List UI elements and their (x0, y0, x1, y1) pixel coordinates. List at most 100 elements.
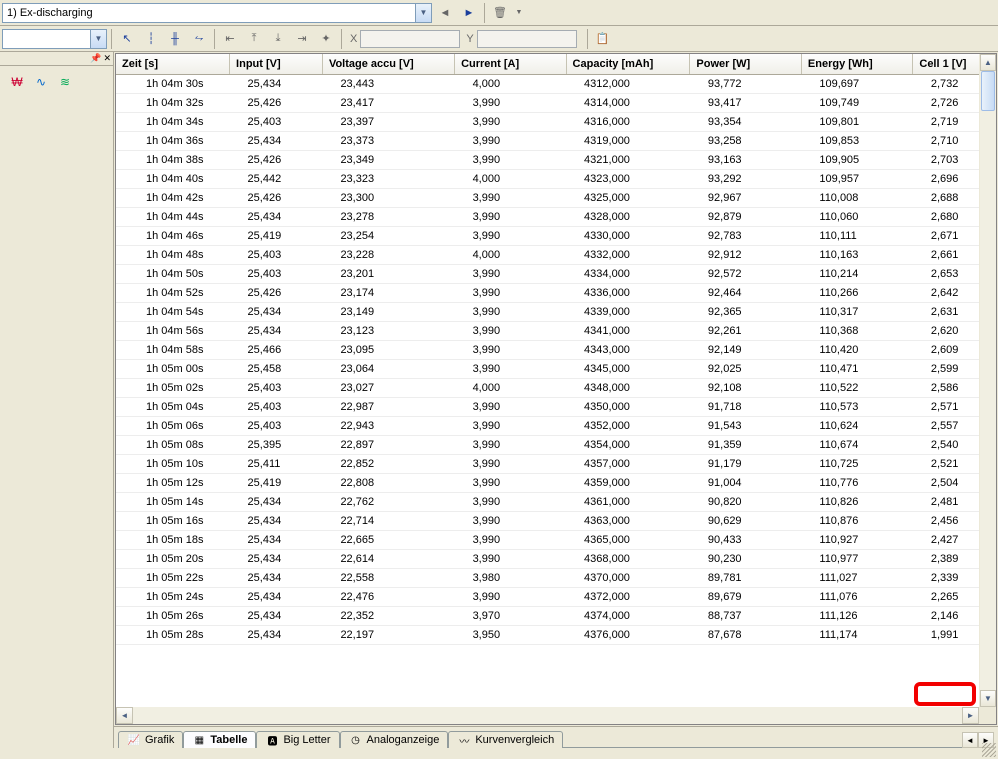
tab-kurvenvergleich[interactable]: 〰Kurvenvergleich (448, 731, 563, 748)
table-row[interactable]: 1h 04m 40s25,44223,3234,0004323,00093,29… (116, 170, 996, 189)
table-row[interactable]: 1h 04m 42s25,42623,3003,9904325,00092,96… (116, 189, 996, 208)
chart-tool-3[interactable]: ≋ (56, 74, 74, 90)
table-cell: 3,990 (455, 436, 566, 455)
table-row[interactable]: 1h 05m 08s25,39522,8973,9904354,00091,35… (116, 436, 996, 455)
tool-button-9[interactable]: ✦ (315, 28, 337, 50)
table-row[interactable]: 1h 04m 52s25,42623,1743,9904336,00092,46… (116, 284, 996, 303)
secondary-dropdown[interactable]: ▼ (2, 29, 107, 49)
table-cell: 90,230 (690, 550, 801, 569)
tool-button-1[interactable]: ↖ (116, 28, 138, 50)
tool-button-3[interactable]: ╫ (164, 28, 186, 50)
table-row[interactable]: 1h 05m 10s25,41122,8523,9904357,00091,17… (116, 455, 996, 474)
table-row[interactable]: 1h 05m 12s25,41922,8083,9904359,00091,00… (116, 474, 996, 493)
pin-icon[interactable]: 📌 (90, 53, 101, 64)
table-row[interactable]: 1h 04m 34s25,40323,3973,9904316,00093,35… (116, 113, 996, 132)
table-row[interactable]: 1h 05m 16s25,43422,7143,9904363,00090,62… (116, 512, 996, 531)
next-button[interactable]: ► (458, 2, 480, 24)
table-row[interactable]: 1h 04m 54s25,43423,1493,9904339,00092,36… (116, 303, 996, 322)
table-row[interactable]: 1h 05m 22s25,43422,5583,9804370,00089,78… (116, 569, 996, 588)
scroll-right-button[interactable]: ► (962, 707, 979, 724)
delete-dropdown-button[interactable]: ▼ (513, 2, 525, 24)
table-row[interactable]: 1h 05m 14s25,43422,7623,9904361,00090,82… (116, 493, 996, 512)
table-cell: 110,776 (801, 474, 912, 493)
col-header-power[interactable]: Power [W] (690, 54, 801, 75)
tab-scroll-left[interactable]: ◄ (962, 732, 978, 748)
tab-grafik[interactable]: 📈Grafik (118, 731, 183, 748)
col-header-energy[interactable]: Energy [Wh] (801, 54, 912, 75)
vertical-scrollbar[interactable]: ▲ ▼ (979, 54, 996, 707)
table-cell: 25,434 (230, 75, 323, 94)
tool-button-7[interactable]: ⤓ (267, 28, 289, 50)
col-header-capacity[interactable]: Capacity [mAh] (566, 54, 690, 75)
table-cell: 23,300 (322, 189, 454, 208)
col-header-input[interactable]: Input [V] (230, 54, 323, 75)
table-cell: 4330,000 (566, 227, 690, 246)
table-row[interactable]: 1h 05m 24s25,43422,4763,9904372,00089,67… (116, 588, 996, 607)
table-row[interactable]: 1h 05m 26s25,43422,3523,9704374,00088,73… (116, 607, 996, 626)
table-row[interactable]: 1h 04m 38s25,42623,3493,9904321,00093,16… (116, 151, 996, 170)
table-row[interactable]: 1h 04m 32s25,42623,4173,9904314,00093,41… (116, 94, 996, 113)
table-row[interactable]: 1h 04m 56s25,43423,1233,9904341,00092,26… (116, 322, 996, 341)
coord-y-label: Y (466, 33, 473, 45)
chart-tool-1[interactable]: ₩ (8, 74, 26, 90)
table-cell: 22,558 (322, 569, 454, 588)
resize-grip[interactable] (982, 743, 996, 757)
coord-x-field[interactable] (360, 30, 460, 48)
col-header-current[interactable]: Current [A] (455, 54, 566, 75)
table-row[interactable]: 1h 04m 48s25,40323,2284,0004332,00092,91… (116, 246, 996, 265)
table-row[interactable]: 1h 04m 46s25,41923,2543,9904330,00092,78… (116, 227, 996, 246)
table-cell: 1h 04m 48s (116, 246, 230, 265)
table-cell: 3,980 (455, 569, 566, 588)
close-icon[interactable]: ✕ (103, 53, 111, 64)
table-row[interactable]: 1h 05m 04s25,40322,9873,9904350,00091,71… (116, 398, 996, 417)
table-cell: 92,365 (690, 303, 801, 322)
table-cell: 23,149 (322, 303, 454, 322)
table-cell: 4350,000 (566, 398, 690, 417)
table-cell: 23,123 (322, 322, 454, 341)
table-cell: 110,977 (801, 550, 912, 569)
tab-tabelle[interactable]: ▦Tabelle (183, 731, 256, 748)
table-row[interactable]: 1h 04m 30s25,43423,4434,0004312,00093,77… (116, 75, 996, 94)
chart-tool-2[interactable]: ∿ (32, 74, 50, 90)
table-cell: 4354,000 (566, 436, 690, 455)
table-row[interactable]: 1h 05m 28s25,43422,1973,9504376,00087,67… (116, 626, 996, 645)
col-header-voltage[interactable]: Voltage accu [V] (322, 54, 454, 75)
coord-y-field[interactable] (477, 30, 577, 48)
hscroll-track[interactable] (133, 707, 962, 724)
table-row[interactable]: 1h 05m 18s25,43422,6653,9904365,00090,43… (116, 531, 996, 550)
table-cell: 4312,000 (566, 75, 690, 94)
table-row[interactable]: 1h 04m 50s25,40323,2013,9904334,00092,57… (116, 265, 996, 284)
table-cell: 23,397 (322, 113, 454, 132)
tool-button-8[interactable]: ⇥ (291, 28, 313, 50)
table-row[interactable]: 1h 04m 58s25,46623,0953,9904343,00092,14… (116, 341, 996, 360)
horizontal-scrollbar[interactable]: ◄ ► (116, 707, 996, 724)
scroll-left-button[interactable]: ◄ (116, 707, 133, 724)
scroll-down-button[interactable]: ▼ (980, 690, 996, 707)
toolbar-1: 1) Ex-discharging ▼ ◄ ► 🗑 ▼ (0, 0, 998, 26)
prev-button[interactable]: ◄ (434, 2, 456, 24)
table-row[interactable]: 1h 04m 44s25,43423,2783,9904328,00092,87… (116, 208, 996, 227)
tab-big letter[interactable]: 🅰Big Letter (256, 731, 339, 748)
table-cell: 25,426 (230, 94, 323, 113)
delete-button[interactable]: 🗑 (489, 2, 511, 24)
table-cell: 25,395 (230, 436, 323, 455)
scroll-up-button[interactable]: ▲ (980, 54, 996, 71)
col-header-zeit[interactable]: Zeit [s] (116, 54, 230, 75)
table-row[interactable]: 1h 05m 06s25,40322,9433,9904352,00091,54… (116, 417, 996, 436)
tool-button-5[interactable]: ⇤ (219, 28, 241, 50)
table-row[interactable]: 1h 05m 02s25,40323,0274,0004348,00092,10… (116, 379, 996, 398)
tool-button-6[interactable]: ⤒ (243, 28, 265, 50)
table-row[interactable]: 1h 05m 00s25,45823,0643,9904345,00092,02… (116, 360, 996, 379)
scroll-thumb[interactable] (981, 71, 995, 111)
table-row[interactable]: 1h 05m 20s25,43422,6143,9904368,00090,23… (116, 550, 996, 569)
table-row[interactable]: 1h 04m 36s25,43423,3733,9904319,00093,25… (116, 132, 996, 151)
tool-button-2[interactable]: ┆ (140, 28, 162, 50)
mode-dropdown[interactable]: 1) Ex-discharging ▼ (2, 3, 432, 23)
copy-button[interactable]: 📋 (592, 28, 614, 50)
tool-button-4[interactable]: ⥊ (188, 28, 210, 50)
tab-analoganzeige[interactable]: ◷Analoganzeige (340, 731, 449, 748)
table-cell: 111,027 (801, 569, 912, 588)
table-cell: 4314,000 (566, 94, 690, 113)
table-cell: 25,434 (230, 303, 323, 322)
table-cell: 25,434 (230, 626, 323, 645)
